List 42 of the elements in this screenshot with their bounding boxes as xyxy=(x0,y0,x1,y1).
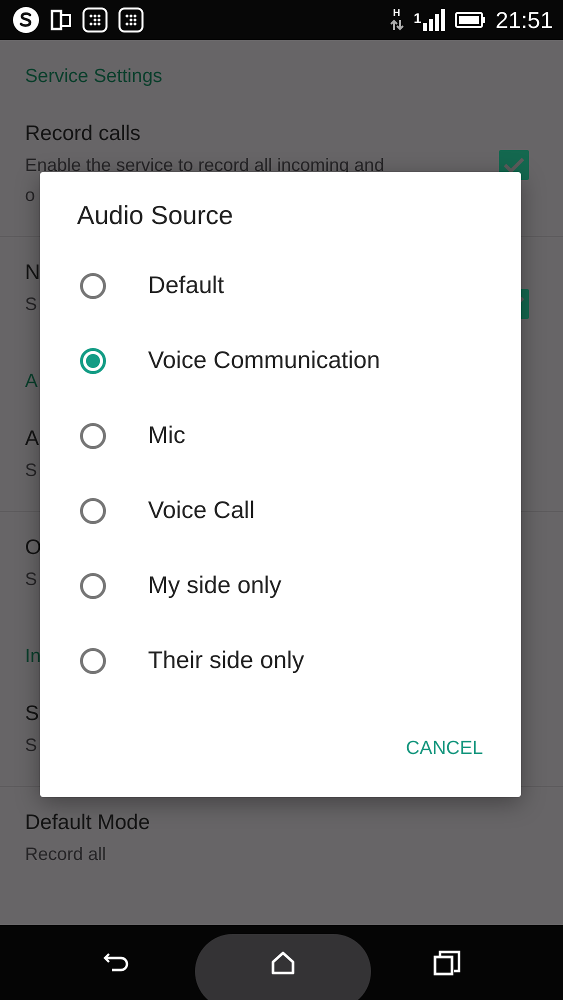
radio-option[interactable]: Mic xyxy=(40,398,521,473)
network-type-label: H xyxy=(393,9,400,19)
data-arrows-icon xyxy=(390,19,404,31)
radio-button[interactable] xyxy=(80,648,106,674)
setting-summary: S xyxy=(25,459,38,482)
clock: 21:51 xyxy=(495,6,553,34)
home-icon xyxy=(270,950,296,976)
setting-summary: S xyxy=(25,568,38,591)
setting-summary: S xyxy=(25,734,38,757)
setting-summary: Enable the service to record all incoming and xyxy=(25,154,384,177)
radio-button[interactable] xyxy=(80,422,106,448)
radio-button[interactable] xyxy=(80,498,106,524)
radio-button[interactable] xyxy=(80,572,106,598)
chat-app-icon xyxy=(12,6,40,34)
battery-icon xyxy=(455,12,486,28)
radio-option[interactable]: My side only xyxy=(40,548,521,623)
setting-summary: S xyxy=(25,293,38,316)
section-header: Service Settings xyxy=(25,65,162,89)
dialog-title: Audio Source xyxy=(76,199,234,232)
recent-apps-icon[interactable] xyxy=(432,950,460,976)
cancel-button[interactable]: CANCEL xyxy=(390,728,499,770)
setting-title[interactable]: S xyxy=(25,698,40,730)
section-header: In xyxy=(25,645,41,669)
dialpad-icon xyxy=(82,7,108,33)
radio-button[interactable] xyxy=(80,272,106,298)
setting-summary: o xyxy=(25,184,36,207)
setting-title[interactable]: N xyxy=(25,257,40,289)
radio-option[interactable]: Voice Call xyxy=(40,473,521,548)
setting-title[interactable]: A xyxy=(25,423,40,455)
radio-option[interactable]: Voice Communication xyxy=(40,323,521,398)
radio-button[interactable] xyxy=(80,348,106,374)
section-header: A xyxy=(25,370,38,394)
dual-screen-icon xyxy=(50,8,72,32)
radio-option[interactable]: Default xyxy=(40,248,521,323)
radio-option[interactable]: Their side only xyxy=(40,623,521,698)
sim-label: 1 xyxy=(414,10,422,26)
dialpad-icon xyxy=(118,7,144,33)
setting-title[interactable]: O xyxy=(25,532,42,564)
setting-title[interactable]: Record calls xyxy=(25,118,141,150)
signal-icon xyxy=(423,9,446,31)
setting-summary: Record all xyxy=(25,843,106,866)
setting-title[interactable]: Default Mode xyxy=(25,807,150,839)
